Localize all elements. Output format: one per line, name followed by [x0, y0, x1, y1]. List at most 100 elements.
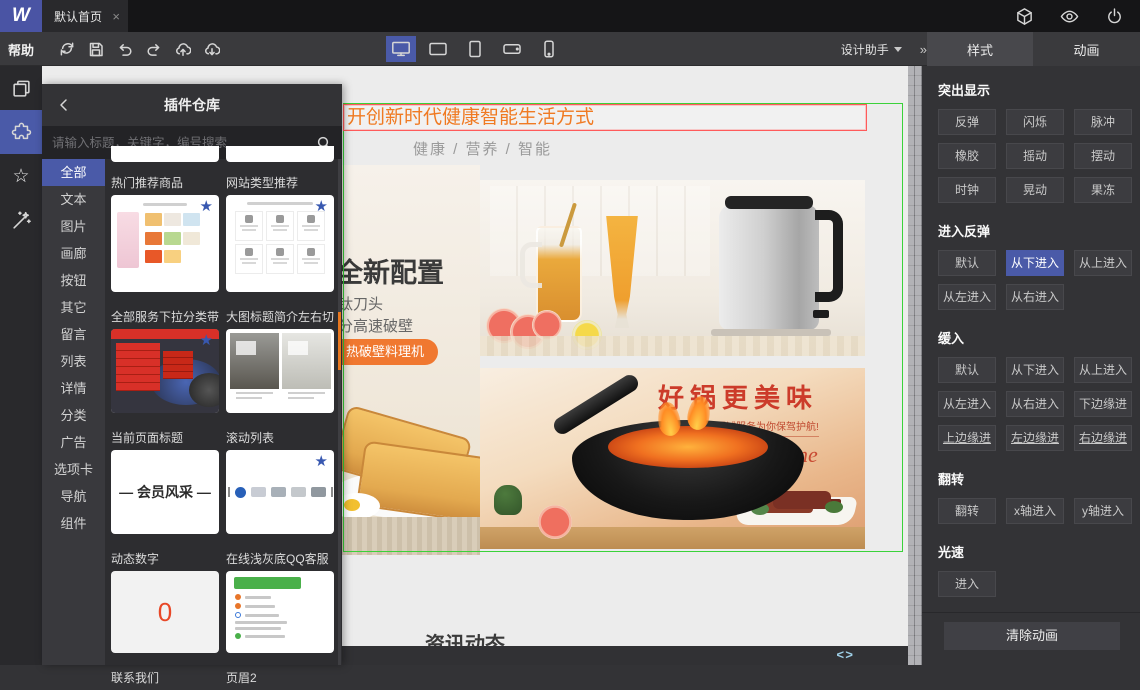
category-全部[interactable]: 全部 — [42, 159, 105, 186]
banner-blender[interactable]: 全新配置 钛刀头 分高速破壁 热破壁料理机 — [342, 165, 480, 555]
anim-button-y轴进入[interactable]: y轴进入 — [1074, 498, 1132, 524]
plugin-card-在线浅灰底QQ客服[interactable] — [226, 571, 334, 653]
device-phone-portrait-button[interactable] — [534, 36, 564, 62]
page-tab[interactable]: 默认首页 × — [42, 0, 128, 32]
plugin-card-动态数字[interactable]: 0 — [111, 571, 219, 653]
favorite-star-icon[interactable]: ★ — [315, 454, 328, 469]
anim-button-橡胶[interactable]: 橡胶 — [938, 143, 996, 169]
category-画廊[interactable]: 画廊 — [42, 240, 105, 267]
anim-button-上边缘进[interactable]: 上边缘进 — [938, 425, 996, 451]
anim-button-从下进入[interactable]: 从下进入 — [1006, 250, 1064, 276]
anim-button-从上进入[interactable]: 从上进入 — [1074, 357, 1132, 383]
category-组件[interactable]: 组件 — [42, 510, 105, 537]
cube-icon[interactable] — [1015, 7, 1034, 26]
anim-button-从左进入[interactable]: 从左进入 — [938, 284, 996, 310]
rail-item-pages[interactable] — [0, 66, 42, 110]
favorite-star-icon[interactable]: ★ — [200, 333, 213, 348]
banner-kettle[interactable] — [480, 180, 865, 356]
eye-icon[interactable] — [1060, 7, 1079, 26]
anim-button-脉冲[interactable]: 脉冲 — [1074, 109, 1132, 135]
anim-button-从上进入[interactable]: 从上进入 — [1074, 250, 1132, 276]
anim-button-摇动[interactable]: 摇动 — [1006, 143, 1064, 169]
redo-icon[interactable] — [146, 41, 162, 57]
cloud-upload-icon[interactable] — [175, 41, 192, 57]
category-选项卡[interactable]: 选项卡 — [42, 456, 105, 483]
canvas-scrollbar[interactable] — [908, 66, 922, 665]
anim-button-果冻[interactable]: 果冻 — [1074, 177, 1132, 203]
plugin-label: 在线浅灰底QQ客服 — [226, 552, 329, 566]
category-图片[interactable]: 图片 — [42, 213, 105, 240]
tab-animation[interactable]: 动画 — [1033, 32, 1140, 66]
back-icon[interactable] — [42, 98, 86, 112]
anim-button-进入[interactable]: 进入 — [938, 571, 996, 597]
device-phone-landscape-button[interactable] — [497, 36, 527, 62]
anim-button-反弹[interactable]: 反弹 — [938, 109, 996, 135]
anim-button-从左进入[interactable]: 从左进入 — [938, 391, 996, 417]
close-tab-icon[interactable]: × — [112, 9, 120, 24]
cloud-download-icon[interactable] — [204, 41, 221, 57]
plugin-panel-title: 插件仓库 — [164, 97, 220, 113]
device-tablet-portrait-button[interactable] — [460, 36, 490, 62]
anim-button-从右进入[interactable]: 从右进入 — [1006, 284, 1064, 310]
save-icon[interactable] — [88, 41, 104, 57]
anim-button-左边缘进[interactable]: 左边缘进 — [1006, 425, 1064, 451]
anim-button-默认[interactable]: 默认 — [938, 357, 996, 383]
anim-button-从下进入[interactable]: 从下进入 — [1006, 357, 1064, 383]
rail-item-magic-wand[interactable] — [0, 198, 42, 242]
category-按钮[interactable]: 按钮 — [42, 267, 105, 294]
anim-button-右边缘进[interactable]: 右边缘进 — [1074, 425, 1132, 451]
rail-item-favorites[interactable]: ☆ — [0, 154, 42, 198]
plugin-card-当前页面标题[interactable]: — 会员风采 — — [111, 450, 219, 534]
anim-button-x轴进入[interactable]: x轴进入 — [1006, 498, 1064, 524]
hero-subtitle[interactable]: 健康 / 营养 / 智能 — [413, 138, 552, 159]
clear-animation-button[interactable]: 清除动画 — [944, 622, 1120, 650]
category-留言[interactable]: 留言 — [42, 321, 105, 348]
stir-fry — [608, 426, 768, 468]
device-desktop-button[interactable] — [386, 36, 416, 62]
broccoli — [494, 485, 522, 515]
plugin-panel-scrollbar[interactable] — [338, 159, 341, 665]
plugin-card-滚动列表[interactable]: ★ — [226, 450, 334, 534]
selected-title-element[interactable]: 开创新时代健康智能生活方式 — [343, 104, 867, 131]
left-icon-rail: ☆ — [0, 66, 42, 665]
category-列表[interactable]: 列表 — [42, 348, 105, 375]
page-tab-title: 默认首页 — [54, 9, 103, 24]
anim-button-时钟[interactable]: 时钟 — [938, 177, 996, 203]
anim-button-下边缘进[interactable]: 下边缘进 — [1074, 391, 1132, 417]
plugin-card-大图标题简介左右切...[interactable] — [226, 329, 334, 413]
category-广告[interactable]: 广告 — [42, 429, 105, 456]
category-分类[interactable]: 分类 — [42, 402, 105, 429]
more-panels-button[interactable]: » — [920, 42, 927, 57]
banner-blender-heading: 全新配置 — [342, 258, 444, 288]
anim-button-摆动[interactable]: 摆动 — [1074, 143, 1132, 169]
anim-button-闪烁[interactable]: 闪烁 — [1006, 109, 1064, 135]
anim-button-从右进入[interactable]: 从右进入 — [1006, 391, 1064, 417]
refresh-icon[interactable] — [59, 41, 75, 57]
plugin-panel-scrollbar-thumb[interactable] — [338, 312, 341, 370]
rail-item-plugins[interactable] — [0, 110, 42, 154]
category-其它[interactable]: 其它 — [42, 294, 105, 321]
undo-icon[interactable] — [117, 41, 133, 57]
help-button[interactable]: 帮助 — [8, 40, 34, 59]
favorite-star-icon[interactable]: ★ — [200, 199, 213, 214]
code-view-icon[interactable]: <> — [836, 648, 854, 663]
app-logo-letter: W — [12, 5, 30, 26]
banner-wok[interactable]: 好锅更美味 无忧购物，至诚服务为你保驾护航! Warm Home — [480, 368, 865, 549]
plugin-card-网站类型推荐[interactable]: ★ — [226, 195, 334, 292]
anim-button-默认[interactable]: 默认 — [938, 250, 996, 276]
device-tablet-landscape-button[interactable] — [423, 36, 453, 62]
category-详情[interactable]: 详情 — [42, 375, 105, 402]
plugin-card-全部服务下拉分类带...[interactable]: ★ — [111, 329, 219, 413]
anim-button-翻转[interactable]: 翻转 — [938, 498, 996, 524]
app-logo[interactable]: W — [0, 0, 42, 32]
greens — [825, 501, 843, 513]
category-导航[interactable]: 导航 — [42, 483, 105, 510]
favorite-star-icon[interactable]: ★ — [315, 199, 328, 214]
design-assistant-dropdown[interactable]: 设计助手 — [841, 41, 902, 58]
power-icon[interactable] — [1105, 7, 1124, 26]
anim-button-晃动[interactable]: 晃动 — [1006, 177, 1064, 203]
star-icon: ☆ — [12, 165, 30, 187]
category-文本[interactable]: 文本 — [42, 186, 105, 213]
plugin-card-热门推荐商品[interactable]: ★ — [111, 195, 219, 292]
tab-style[interactable]: 样式 — [927, 32, 1033, 66]
